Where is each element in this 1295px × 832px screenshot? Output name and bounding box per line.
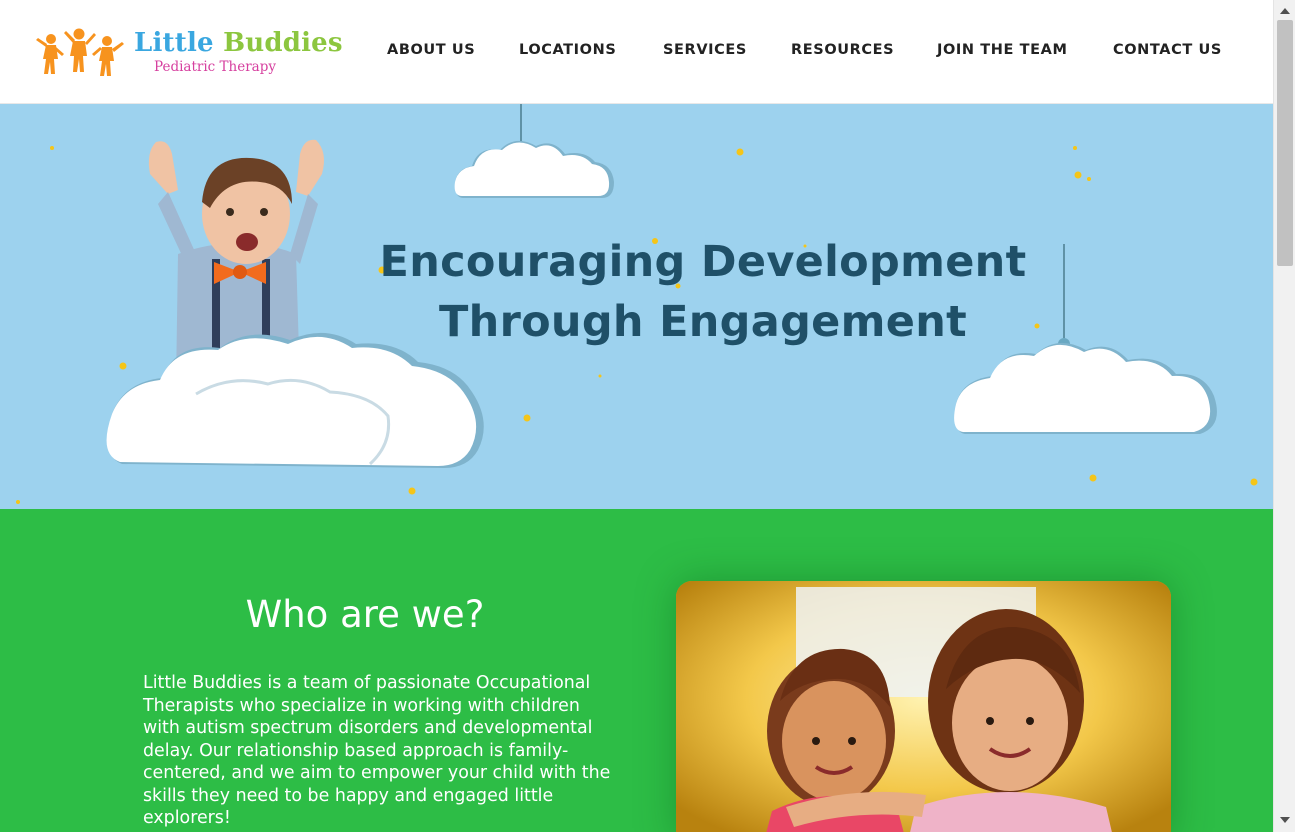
about-heading: Who are we? (245, 593, 485, 636)
children-photo (676, 581, 1171, 832)
chevron-down-icon[interactable] (1280, 817, 1290, 823)
nav-item-contact-us[interactable]: CONTACT US (1113, 42, 1222, 58)
hero-heading: Encouraging Development Through Engageme… (300, 232, 1106, 352)
hero-heading-line2: Through Engagement (439, 297, 967, 347)
nav-item-join-the-team[interactable]: JOIN THE TEAM (937, 42, 1068, 58)
nav-item-resources[interactable]: RESOURCES (791, 42, 894, 58)
hanging-cloud-top (454, 104, 614, 198)
site-header: Little Buddies Pediatric Therapy ABOUT U… (0, 0, 1273, 104)
two-girls-in-tunnel-image (676, 581, 1171, 832)
hero-banner: Encouraging Development Through Engageme… (0, 104, 1273, 509)
nav-item-locations[interactable]: LOCATIONS (519, 42, 616, 58)
main-nav: ABOUT US LOCATIONS SERVICES RESOURCES JO… (0, 42, 1273, 62)
scrollbar-thumb[interactable] (1277, 20, 1293, 266)
page-scrollbar[interactable] (1273, 0, 1295, 832)
hero-heading-line1: Encouraging Development (379, 237, 1027, 287)
nav-item-services[interactable]: SERVICES (663, 42, 747, 58)
nav-item-about-us[interactable]: ABOUT US (387, 42, 475, 58)
chevron-up-icon[interactable] (1280, 8, 1290, 14)
about-description: Little Buddies is a team of passionate O… (143, 673, 611, 828)
about-section: Who are we? Little Buddies is a team of … (0, 509, 1273, 832)
